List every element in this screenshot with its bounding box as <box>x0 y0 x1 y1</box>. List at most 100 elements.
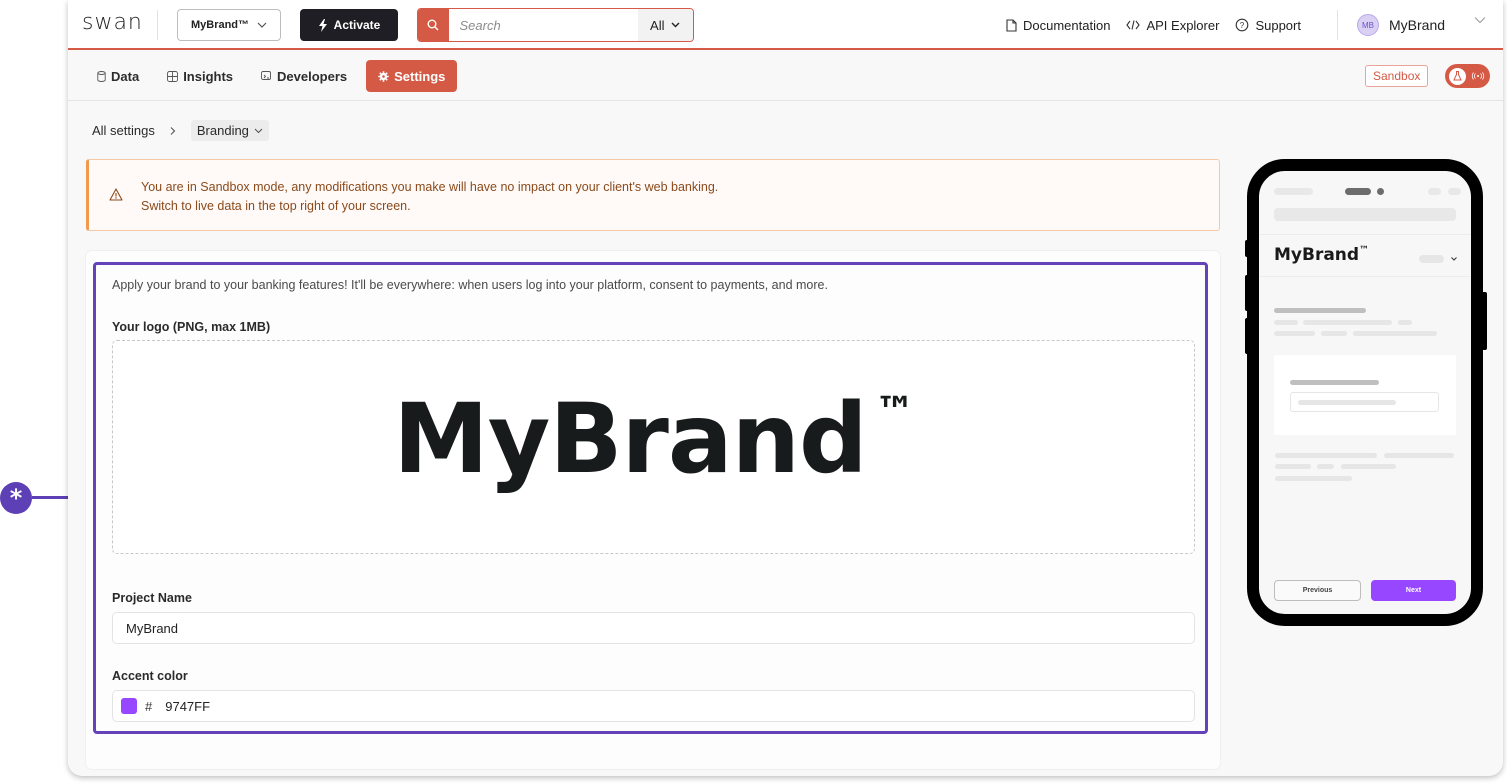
user-name: MyBrand <box>1389 17 1446 33</box>
chevron-down-icon <box>254 128 263 133</box>
flask-icon <box>1453 71 1462 81</box>
swan-logo[interactable]: swan <box>82 10 143 35</box>
skeleton <box>1317 464 1334 469</box>
tab-label: Settings <box>394 68 446 84</box>
accent-color-value: 9747FF <box>165 698 211 714</box>
support-link[interactable]: ? Support <box>1235 18 1301 33</box>
annotation-marker: * <box>0 482 32 514</box>
skeleton <box>1298 400 1396 405</box>
preview-next-button: Next <box>1371 580 1456 601</box>
skeleton <box>1448 188 1461 195</box>
divider <box>157 10 158 40</box>
tab-insights[interactable]: Insights <box>158 60 242 92</box>
chevron-down-icon <box>1451 257 1457 261</box>
skeleton <box>1428 188 1441 195</box>
top-links: Documentation API Explorer ? Support <box>1006 0 1301 50</box>
divider <box>1337 10 1338 40</box>
sandbox-alert: You are in Sandbox mode, any modificatio… <box>86 159 1220 231</box>
insights-icon <box>167 70 179 82</box>
skeleton <box>1303 320 1392 325</box>
breadcrumb-all-settings[interactable]: All settings <box>92 123 155 138</box>
project-name-value: MyBrand <box>126 620 179 636</box>
skeleton <box>1398 320 1412 325</box>
skeleton <box>1275 464 1311 469</box>
chevron-down-icon <box>257 22 267 28</box>
phone-notch <box>1345 188 1371 195</box>
skeleton <box>1353 331 1437 336</box>
breadcrumb-branding-select[interactable]: Branding <box>190 120 269 141</box>
skeleton <box>1341 464 1396 469</box>
skeleton <box>1321 331 1347 336</box>
accent-color-swatch[interactable] <box>121 698 137 714</box>
main-tabs: Data Insights Developers Settings <box>88 60 467 92</box>
alert-line-2: Switch to live data in the top right of … <box>141 199 411 213</box>
database-icon <box>97 70 106 82</box>
warning-icon <box>109 188 123 201</box>
app-window: swan MyBrand™ Activate All Documentation <box>68 0 1503 776</box>
search-bar: All <box>417 8 694 42</box>
skeleton <box>1384 453 1454 458</box>
user-menu[interactable]: MB MyBrand <box>1357 14 1445 36</box>
logo-label: Your logo (PNG, max 1MB) <box>112 320 271 334</box>
svg-text:?: ? <box>1240 21 1245 30</box>
api-explorer-label: API Explorer <box>1146 17 1220 33</box>
phone-camera <box>1377 188 1384 195</box>
environment-toggle[interactable] <box>1445 64 1490 88</box>
project-select[interactable]: MyBrand™ <box>177 9 281 41</box>
hash-prefix: # <box>145 698 153 714</box>
logo-upload-dropzone[interactable]: MyBrand ™ <box>112 340 1195 554</box>
tab-label: Insights <box>183 68 234 84</box>
skeleton <box>1274 208 1456 221</box>
developers-icon <box>261 70 271 80</box>
skeleton <box>1274 188 1313 195</box>
top-bar: swan MyBrand™ Activate All Documentation <box>68 0 1503 50</box>
search-button[interactable] <box>418 9 449 41</box>
chevron-right-icon <box>170 126 176 135</box>
trademark-symbol: ™ <box>1359 245 1370 256</box>
live-signal-icon <box>1471 72 1485 80</box>
toggle-knob <box>1449 67 1466 85</box>
project-select-label: MyBrand™ <box>190 19 250 31</box>
skeleton <box>1290 380 1379 385</box>
alert-message: You are in Sandbox mode, any modificatio… <box>141 178 718 216</box>
phone-brand-title: MyBrand™ <box>1274 245 1369 265</box>
sandbox-badge: Sandbox <box>1365 65 1429 87</box>
trademark-symbol: ™ <box>874 389 915 435</box>
activate-button[interactable]: Activate <box>300 9 398 41</box>
skeleton <box>1274 308 1366 313</box>
support-label: Support <box>1255 17 1301 33</box>
alert-line-1: You are in Sandbox mode, any modificatio… <box>141 180 719 194</box>
chevron-down-icon <box>671 22 680 28</box>
search-filter-label: All <box>650 17 665 33</box>
branding-intro: Apply your brand to your banking feature… <box>112 278 828 292</box>
tab-label: Data <box>111 68 140 84</box>
skeleton <box>1275 476 1352 481</box>
search-filter-select[interactable]: All <box>637 9 693 41</box>
tab-data[interactable]: Data <box>88 60 148 92</box>
avatar: MB <box>1357 14 1379 36</box>
mobile-preview: MyBrand™ Previous Next <box>1247 159 1483 626</box>
lightning-icon <box>318 18 327 32</box>
phone-brand-text: MyBrand <box>1274 245 1360 265</box>
document-icon <box>1006 18 1017 32</box>
support-icon: ? <box>1236 18 1249 32</box>
documentation-link[interactable]: Documentation <box>1006 18 1110 33</box>
breadcrumb: All settings Branding <box>92 120 269 141</box>
activate-label: Activate <box>333 18 381 32</box>
chevron-down-icon[interactable] <box>1474 16 1486 24</box>
preview-previous-button: Previous <box>1274 580 1361 601</box>
tab-developers[interactable]: Developers <box>252 60 356 92</box>
project-name-input[interactable]: MyBrand <box>112 612 1195 644</box>
divider <box>1259 276 1471 277</box>
skeleton <box>1274 331 1315 336</box>
nav-bar: Data Insights Developers Settings Sandbo… <box>68 52 1503 101</box>
accent-color-input[interactable]: # 9747FF <box>112 690 1195 722</box>
tab-settings[interactable]: Settings <box>366 60 458 92</box>
accent-color-label: Accent color <box>112 669 188 683</box>
skeleton <box>1275 453 1377 458</box>
skeleton <box>1274 320 1298 325</box>
gear-icon <box>378 70 389 82</box>
api-explorer-link[interactable]: API Explorer <box>1126 18 1219 33</box>
brand-logo-text: MyBrand <box>393 383 867 495</box>
search-input[interactable] <box>448 9 638 41</box>
